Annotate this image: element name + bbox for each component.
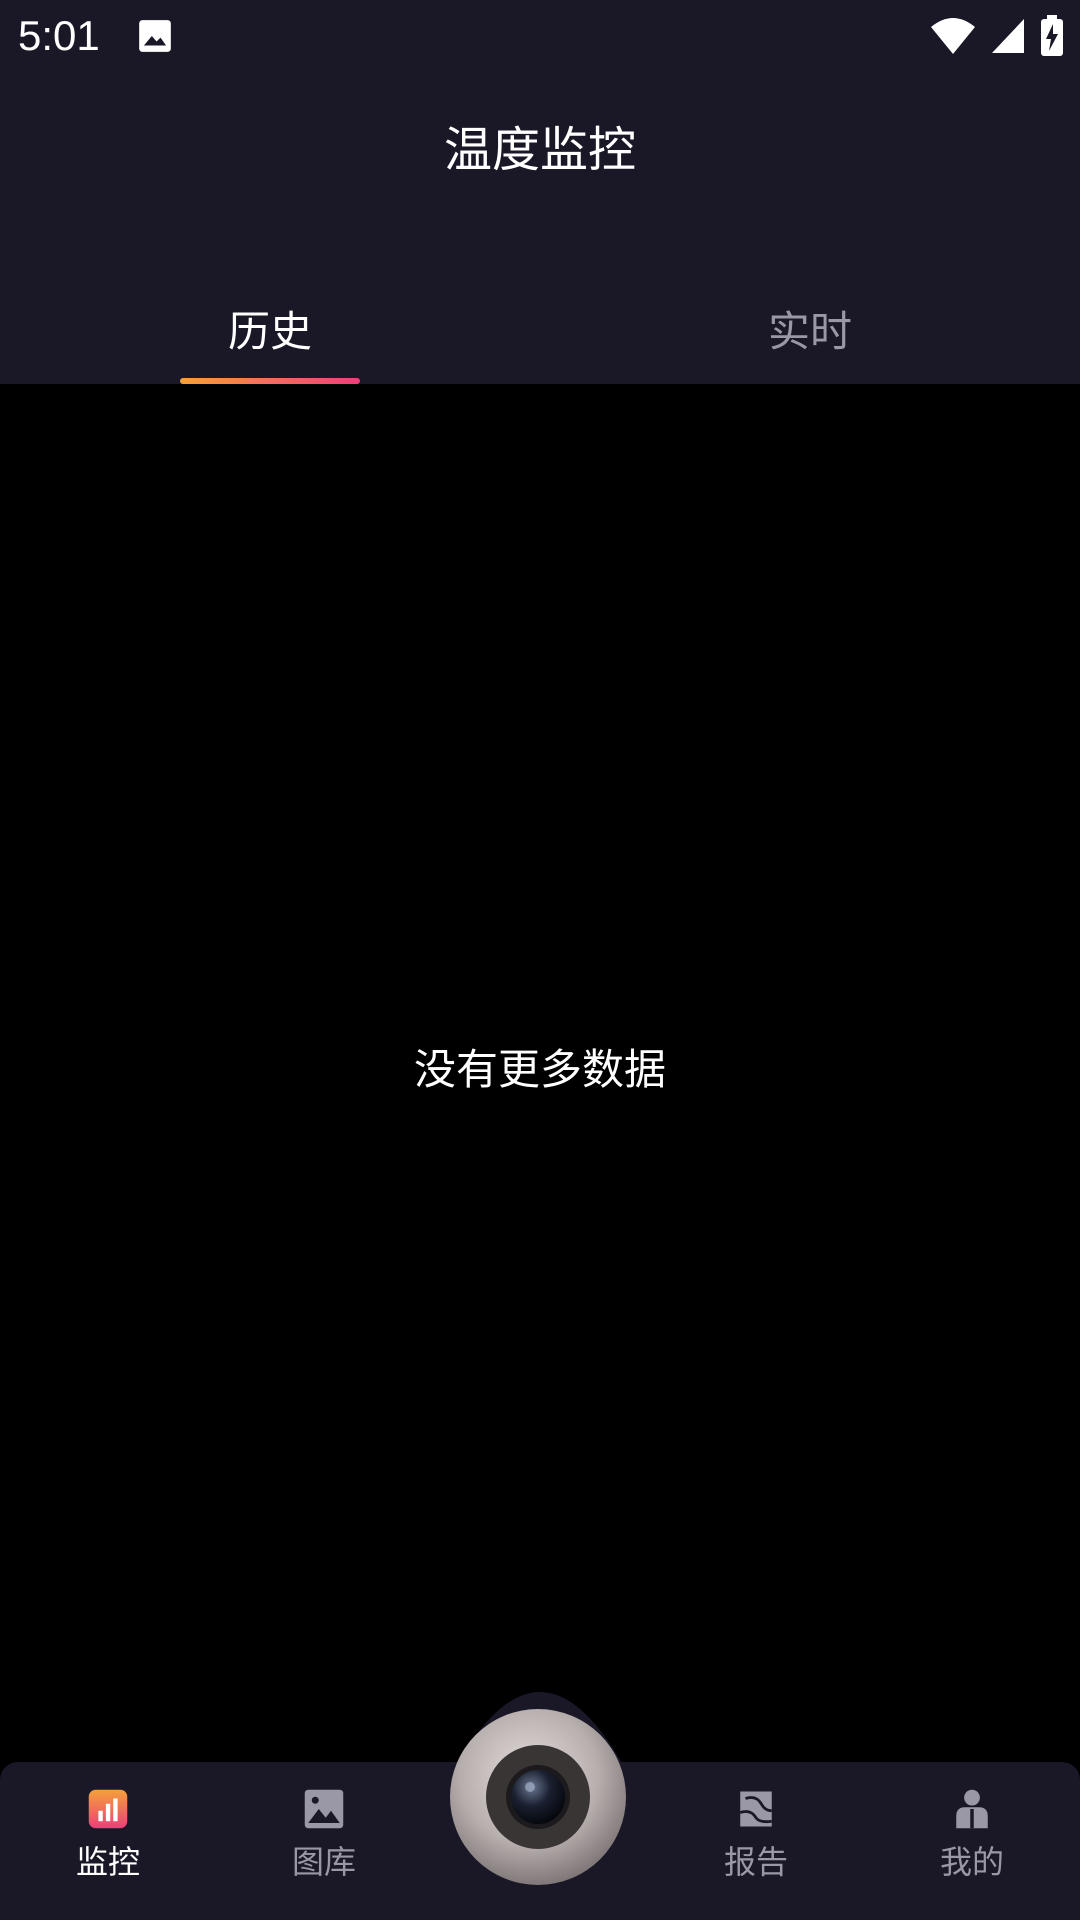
profile-icon: [956, 1789, 988, 1829]
tab-realtime[interactable]: 实时: [540, 282, 1080, 382]
nav-label-report: 报告: [723, 1843, 788, 1881]
nav-item-monitor[interactable]: 监控: [8, 1782, 208, 1900]
monitor-chart-icon: [88, 1789, 128, 1829]
cell-signal-icon: [992, 19, 1024, 53]
active-tab-indicator: [180, 378, 360, 384]
status-icons: [930, 14, 1064, 58]
report-icon: [739, 1791, 772, 1827]
page-title: 温度监控: [443, 122, 636, 178]
gallery-icon: [304, 1789, 344, 1829]
nav-label-mine: 我的: [939, 1843, 1004, 1881]
nav-label-gallery: 图库: [291, 1843, 356, 1881]
camera-lens-icon[interactable]: [448, 1707, 628, 1887]
nav-item-report[interactable]: 报告: [656, 1782, 856, 1900]
status-time: 5:01: [18, 12, 100, 59]
empty-state-message: 没有更多数据: [413, 1045, 666, 1094]
status-bar: 5:01: [0, 0, 1080, 72]
gallery-icon: [139, 20, 171, 52]
app-header: 温度监控 历史 实时: [0, 72, 1080, 384]
tab-history[interactable]: 历史: [0, 282, 540, 382]
nav-item-mine[interactable]: 我的: [872, 1782, 1072, 1900]
wifi-icon: [931, 18, 975, 54]
battery-charging-icon: [1041, 15, 1063, 56]
nav-item-gallery[interactable]: 图库: [224, 1782, 424, 1900]
nav-label-monitor: 监控: [75, 1843, 140, 1881]
